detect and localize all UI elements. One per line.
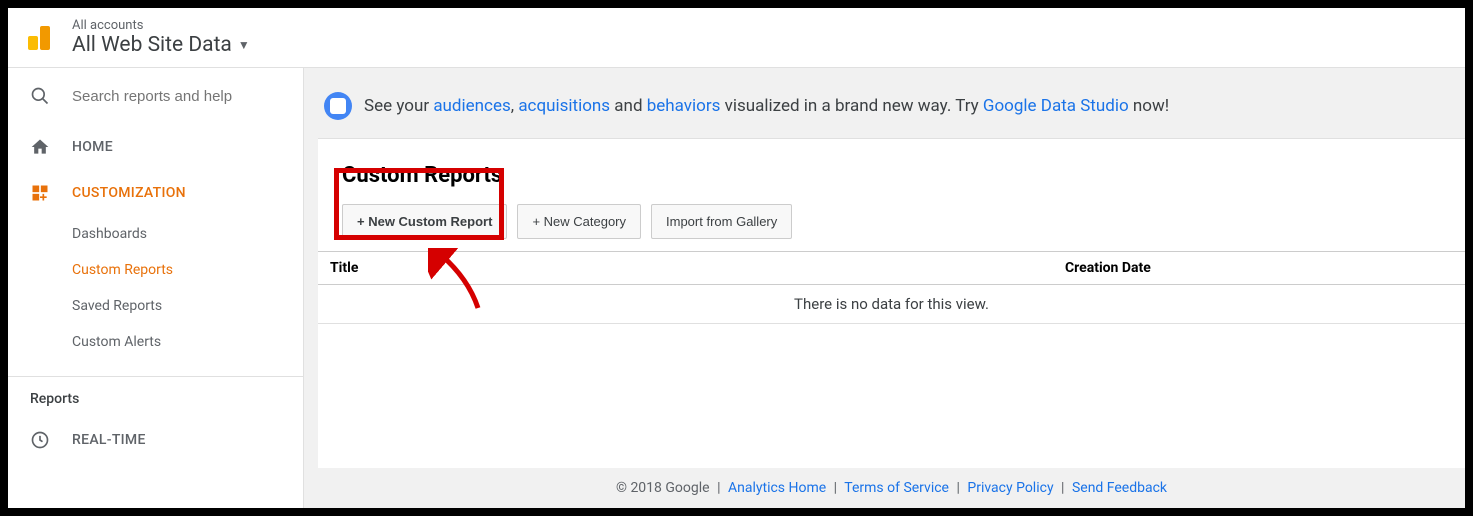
footer: © 2018 Google | Analytics Home | Terms o… (318, 468, 1465, 508)
link-audiences[interactable]: audiences (433, 96, 510, 116)
home-icon (30, 137, 50, 157)
search-input[interactable] (72, 88, 281, 105)
link-analytics-home[interactable]: Analytics Home (728, 480, 826, 496)
clock-icon (30, 430, 50, 450)
banner-text: See your (364, 96, 433, 116)
nav-realtime-label: REAL-TIME (72, 432, 146, 448)
header: All accounts All Web Site Data ▼ (8, 8, 1465, 68)
link-feedback[interactable]: Send Feedback (1072, 480, 1167, 496)
promo-banner: See your audiences, acquisitions and beh… (318, 82, 1465, 138)
reports-section-header: Reports (8, 376, 303, 417)
empty-state-message: There is no data for this view. (318, 285, 1465, 324)
nav-customization-label: CUSTOMIZATION (72, 185, 186, 201)
column-title: Title (318, 252, 1053, 284)
sidebar-item-dashboards[interactable]: Dashboards (8, 216, 303, 252)
sidebar-item-saved-reports[interactable]: Saved Reports (8, 288, 303, 324)
nav-realtime[interactable]: REAL-TIME (8, 417, 303, 463)
search-icon (30, 86, 50, 106)
data-studio-icon (324, 92, 352, 120)
analytics-logo-icon (24, 22, 56, 54)
link-data-studio[interactable]: Google Data Studio (983, 96, 1129, 116)
banner-text: and (610, 96, 647, 116)
link-privacy[interactable]: Privacy Policy (967, 480, 1053, 496)
accounts-label: All accounts (72, 18, 250, 33)
new-custom-report-button[interactable]: + New Custom Report (342, 204, 507, 239)
nav-home-label: HOME (72, 139, 113, 155)
link-terms[interactable]: Terms of Service (844, 480, 949, 496)
new-category-button[interactable]: + New Category (517, 204, 641, 239)
customization-icon (30, 183, 50, 203)
view-selector[interactable]: All Web Site Data ▼ (72, 33, 250, 57)
nav-customization[interactable]: CUSTOMIZATION (8, 170, 303, 216)
sidebar-item-custom-alerts[interactable]: Custom Alerts (8, 324, 303, 360)
view-title: All Web Site Data (72, 33, 232, 57)
banner-text: visualized in a brand new way. Try (720, 96, 983, 116)
nav-home[interactable]: HOME (8, 124, 303, 170)
page-title: Custom Reports (318, 163, 1465, 204)
sidebar-item-custom-reports[interactable]: Custom Reports (8, 252, 303, 288)
import-from-gallery-button[interactable]: Import from Gallery (651, 204, 792, 239)
link-acquisitions[interactable]: acquisitions (518, 96, 610, 116)
link-behaviors[interactable]: behaviors (647, 96, 721, 116)
column-creation-date: Creation Date (1053, 252, 1465, 284)
table-header: Title Creation Date (318, 251, 1465, 285)
dropdown-arrow-icon: ▼ (238, 38, 250, 52)
sidebar: HOME CUSTOMIZATION Dashboards Custom Rep… (8, 68, 304, 508)
banner-text: now! (1129, 96, 1169, 116)
copyright: © 2018 Google (616, 480, 710, 496)
